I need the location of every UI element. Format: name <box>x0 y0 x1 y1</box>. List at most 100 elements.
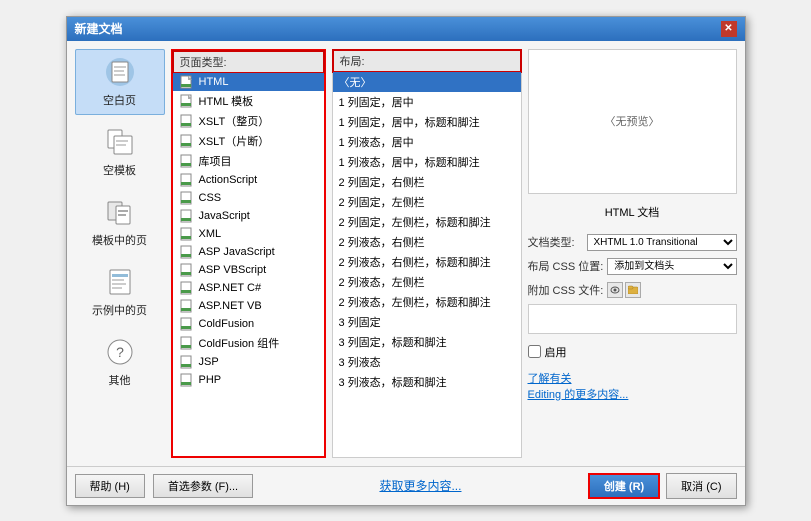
list-item[interactable]: 3 列固定，标题和脚注 <box>333 332 521 352</box>
list-item[interactable]: 库项目 <box>173 151 324 171</box>
example-page-icon <box>104 266 136 298</box>
layouts-header: 布局: <box>332 49 522 73</box>
list-item[interactable]: 2 列固定，左侧栏 <box>333 192 521 212</box>
php-icon <box>179 373 195 387</box>
template-page-icon <box>104 196 136 228</box>
link-section: 了解有关 Editing 的更多内容... <box>528 370 737 402</box>
list-item[interactable]: 3 列液态，标题和脚注 <box>333 372 521 392</box>
svg-text:?: ? <box>116 344 124 360</box>
layout-css-label: 布局 CSS 位置: <box>528 258 604 274</box>
page-types-header: 页面类型: <box>172 50 325 74</box>
list-item[interactable]: 2 列液态，右侧栏 <box>333 232 521 252</box>
dialog-title: 新建文档 <box>75 20 123 37</box>
list-item[interactable]: 2 列液态，左侧栏，标题和脚注 <box>333 292 521 312</box>
main-content: 页面类型: HTML <box>171 49 737 458</box>
sidebar-item-blank-page[interactable]: 空白页 <box>75 49 165 115</box>
list-item[interactable]: ASP.NET VB <box>173 297 324 315</box>
library-icon <box>179 154 195 168</box>
list-item[interactable]: CSS <box>173 189 324 207</box>
list-item[interactable]: ActionScript <box>173 171 324 189</box>
new-document-dialog: 新建文档 ✕ 空白页 <box>66 16 746 506</box>
enable-checkbox[interactable] <box>528 345 541 358</box>
coldfusion-component-icon <box>179 336 195 350</box>
attach-css-eye-btn[interactable] <box>607 282 623 298</box>
page-types-list: HTML HTML 模板 <box>173 73 324 456</box>
sidebar-item-template-page[interactable]: 模板中的页 <box>75 189 165 255</box>
doc-type-row: 文档类型: XHTML 1.0 Transitional XHTML 1.0 S… <box>528 234 737 251</box>
attach-css-label: 附加 CSS 文件: <box>528 282 604 298</box>
list-item[interactable]: 1 列液态，居中 <box>333 132 521 152</box>
enable-label: 启用 <box>545 344 567 360</box>
dialog-body: 空白页 空模板 <box>67 41 745 466</box>
bottom-left: 帮助 (H) 首选参数 (F)... <box>75 474 254 498</box>
list-item[interactable]: 1 列固定，居中，标题和脚注 <box>333 112 521 132</box>
close-button[interactable]: ✕ <box>721 21 737 37</box>
list-item[interactable]: 2 列液态，左侧栏 <box>333 272 521 292</box>
doc-type-label: 文档类型: <box>528 234 583 250</box>
prefs-button[interactable]: 首选参数 (F)... <box>153 474 253 498</box>
attach-css-textarea[interactable] <box>528 304 737 334</box>
asp-js-icon <box>179 245 195 259</box>
blank-page-icon <box>104 56 136 88</box>
actionscript-icon <box>179 173 195 187</box>
layout-css-select[interactable]: 添加到文档头 新建文件 <box>607 258 736 275</box>
preview-panel: 〈无预览〉 HTML 文档 文档类型: XHTML 1.0 Transition… <box>528 49 737 458</box>
get-more-link[interactable]: 获取更多内容... <box>379 479 461 493</box>
list-item[interactable]: 2 列固定，右侧栏 <box>333 172 521 192</box>
list-item[interactable]: 2 列固定，左侧栏，标题和脚注 <box>333 212 521 232</box>
list-item[interactable]: XML <box>173 225 324 243</box>
list-item[interactable]: 1 列固定，居中 <box>333 92 521 112</box>
list-item[interactable]: XSLT（整页） <box>173 111 324 131</box>
html-file-icon <box>179 75 195 89</box>
blank-template-label: 空模板 <box>103 162 136 178</box>
enable-checkbox-row: 启用 <box>528 344 737 360</box>
attach-css-folder-btn[interactable] <box>625 282 641 298</box>
example-page-label: 示例中的页 <box>92 302 147 318</box>
blank-template-icon <box>104 126 136 158</box>
bottom-center: 获取更多内容... <box>253 477 588 494</box>
list-item[interactable]: 〈无〉 <box>333 72 521 92</box>
list-item[interactable]: HTML 模板 <box>173 91 324 111</box>
layouts-list: 〈无〉 1 列固定，居中 1 列固定，居中，标题和脚注 1 列液态，居中 1 列… <box>333 72 521 457</box>
page-types-panel: 页面类型: HTML <box>171 49 326 458</box>
sidebar: 空白页 空模板 <box>75 49 165 458</box>
list-item[interactable]: 2 列液态，右侧栏，标题和脚注 <box>333 252 521 272</box>
list-item[interactable]: 1 列液态，居中，标题和脚注 <box>333 152 521 172</box>
link1[interactable]: 了解有关 <box>528 373 572 385</box>
html-template-icon <box>179 94 195 108</box>
doc-type-section: 文档类型: XHTML 1.0 Transitional XHTML 1.0 S… <box>528 234 737 402</box>
list-item[interactable]: JavaScript <box>173 207 324 225</box>
link2[interactable]: Editing 的更多内容... <box>528 389 629 401</box>
list-item[interactable]: ASP JavaScript <box>173 243 324 261</box>
doc-type-select[interactable]: XHTML 1.0 Transitional XHTML 1.0 Strict … <box>587 234 737 251</box>
list-item[interactable]: HTML <box>173 73 324 91</box>
list-item[interactable]: PHP <box>173 371 324 389</box>
create-button[interactable]: 创建 (R) <box>588 473 660 499</box>
sidebar-item-other[interactable]: ? 其他 <box>75 329 165 395</box>
list-item[interactable]: ASP VBScript <box>173 261 324 279</box>
list-item[interactable]: JSP <box>173 353 324 371</box>
xslt-full-icon <box>179 114 195 128</box>
list-item[interactable]: ColdFusion 组件 <box>173 333 324 353</box>
aspnet-cs-icon <box>179 281 195 295</box>
js-icon <box>179 209 195 223</box>
help-button[interactable]: 帮助 (H) <box>75 474 145 498</box>
list-item[interactable]: 3 列液态 <box>333 352 521 372</box>
title-bar: 新建文档 ✕ <box>67 17 745 41</box>
xml-icon <box>179 227 195 241</box>
jsp-icon <box>179 355 195 369</box>
list-item[interactable]: 3 列固定 <box>333 312 521 332</box>
list-item[interactable]: ASP.NET C# <box>173 279 324 297</box>
aspnet-vb-icon <box>179 299 195 313</box>
bottom-bar: 帮助 (H) 首选参数 (F)... 获取更多内容... 创建 (R) 取消 (… <box>67 466 745 505</box>
asp-vbs-icon <box>179 263 195 277</box>
other-label: 其他 <box>109 372 131 388</box>
layout-css-row: 布局 CSS 位置: 添加到文档头 新建文件 <box>528 258 737 275</box>
sidebar-item-blank-template[interactable]: 空模板 <box>75 119 165 185</box>
coldfusion-icon <box>179 317 195 331</box>
list-item[interactable]: XSLT（片断） <box>173 131 324 151</box>
layouts-panel: 布局: 〈无〉 1 列固定，居中 1 列固定，居中，标题和脚注 1 列液态，居中… <box>332 49 522 458</box>
sidebar-item-example-page[interactable]: 示例中的页 <box>75 259 165 325</box>
list-item[interactable]: ColdFusion <box>173 315 324 333</box>
cancel-button[interactable]: 取消 (C) <box>666 473 736 499</box>
